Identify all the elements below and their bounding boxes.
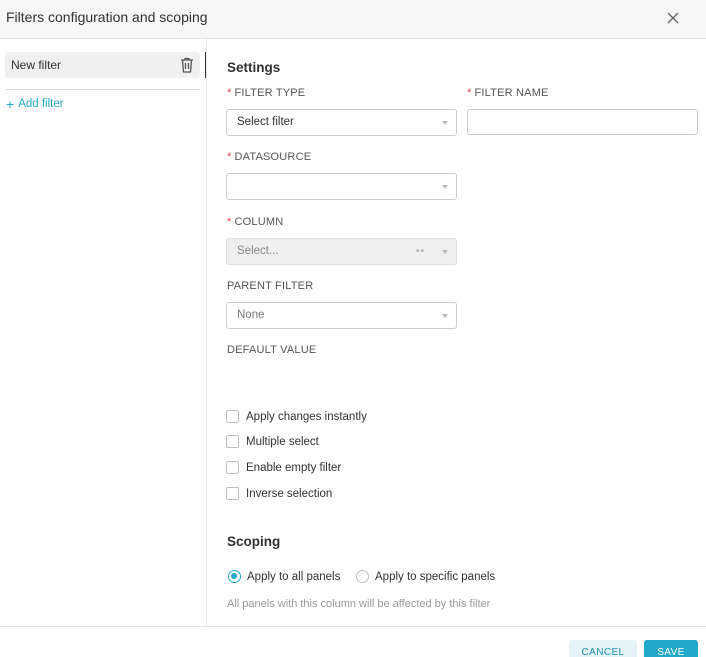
column-select[interactable]: Select... •• <box>226 238 457 265</box>
chevron-down-icon <box>442 250 448 254</box>
default-value-label: DEFAULT VALUE <box>227 344 317 356</box>
save-button[interactable]: SAVE <box>644 640 698 657</box>
radio-label: Apply to specific panels <box>375 570 496 583</box>
datasource-label: * DATASOURCE <box>227 151 312 163</box>
checkbox-label: Apply changes instantly <box>246 410 367 423</box>
checkbox-apply-instantly[interactable]: Apply changes instantly <box>226 410 367 423</box>
scoping-help-text: All panels with this column will be affe… <box>227 598 491 610</box>
radio-label: Apply to all panels <box>247 570 341 583</box>
loading-icon: •• <box>415 246 425 257</box>
chevron-down-icon <box>442 185 448 189</box>
radio-button[interactable] <box>228 570 241 583</box>
checkbox[interactable] <box>226 487 239 500</box>
add-filter-label: Add filter <box>18 98 64 110</box>
checkbox-label: Multiple select <box>246 435 319 448</box>
filter-name-label: * FILTER NAME <box>467 87 549 99</box>
checkbox-label: Enable empty filter <box>246 461 342 474</box>
parent-filter-label: PARENT FILTER <box>227 280 314 292</box>
parent-filter-value: None <box>237 309 265 321</box>
filter-type-select[interactable]: Select filter <box>226 109 457 136</box>
close-icon[interactable] <box>664 9 682 27</box>
required-marker: * <box>227 87 232 99</box>
modal-header: Filters configuration and scoping <box>0 0 706 39</box>
radio-apply-all-panels[interactable]: Apply to all panels <box>228 570 340 583</box>
sidebar-divider <box>6 89 200 90</box>
column-placeholder: Select... <box>237 245 279 257</box>
checkbox-label: Inverse selection <box>246 487 333 500</box>
checkbox[interactable] <box>226 410 239 423</box>
filter-name-input[interactable] <box>467 109 698 135</box>
filter-type-label: * FILTER TYPE <box>227 87 306 99</box>
required-marker: * <box>227 216 232 228</box>
settings-title: Settings <box>227 60 281 75</box>
required-marker: * <box>467 87 472 99</box>
chevron-down-icon <box>442 314 448 318</box>
modal-title: Filters configuration and scoping <box>6 9 208 25</box>
required-marker: * <box>227 151 232 163</box>
add-filter-button[interactable]: + Add filter <box>6 97 64 111</box>
checkbox-inverse-selection[interactable]: Inverse selection <box>226 487 332 500</box>
checkbox-multiple-select[interactable]: Multiple select <box>226 435 319 448</box>
parent-filter-select[interactable]: None <box>226 302 457 329</box>
scoping-title: Scoping <box>227 534 281 549</box>
datasource-select[interactable] <box>226 173 457 200</box>
footer-divider <box>0 626 706 627</box>
column-label: * COLUMN <box>227 216 284 228</box>
sidebar-vertical-divider <box>206 39 207 626</box>
chevron-down-icon <box>442 121 448 125</box>
plus-icon: + <box>6 96 15 112</box>
sidebar-item-new-filter[interactable]: New filter <box>5 52 200 78</box>
cancel-button[interactable]: CANCEL <box>569 640 637 657</box>
checkbox-enable-empty-filter[interactable]: Enable empty filter <box>226 461 341 474</box>
checkbox[interactable] <box>226 461 239 474</box>
filter-list-sidebar: New filter + Add filter <box>0 39 207 626</box>
radio-apply-specific-panels[interactable]: Apply to specific panels <box>356 570 495 583</box>
filter-item-label: New filter <box>11 58 62 72</box>
filter-type-value: Select filter <box>237 116 294 128</box>
checkbox[interactable] <box>226 435 239 448</box>
radio-button[interactable] <box>356 570 369 583</box>
trash-icon[interactable] <box>179 56 195 74</box>
